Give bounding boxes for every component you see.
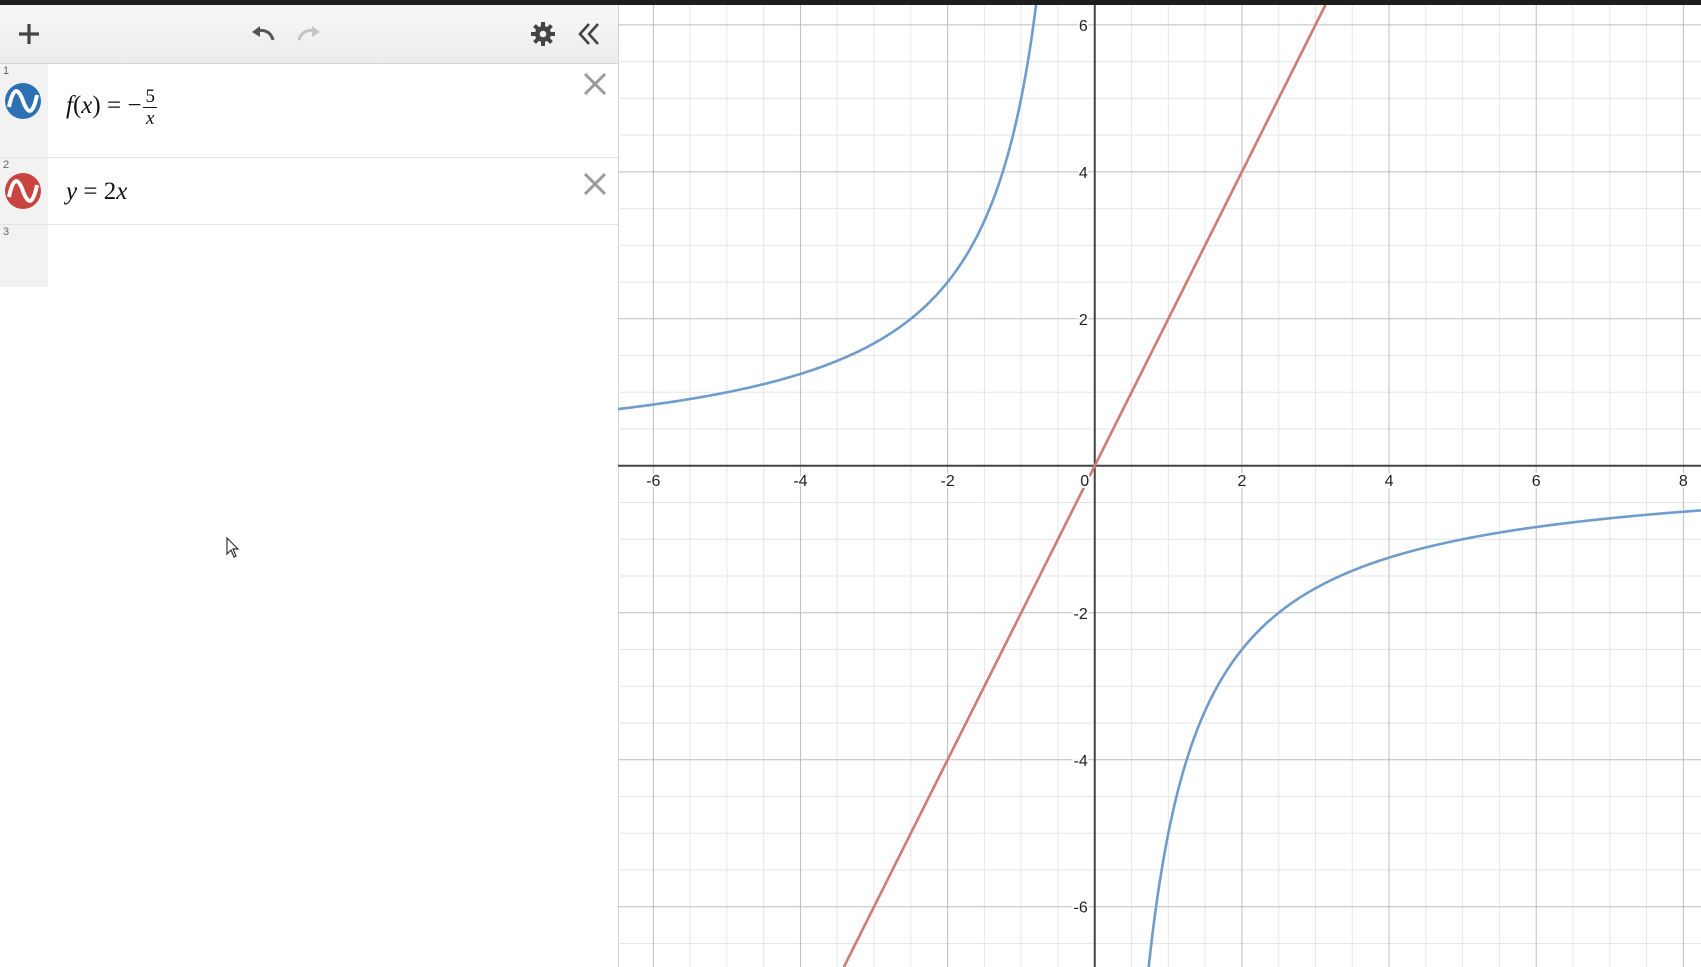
- expression-math-f[interactable]: f(x) = −5 x: [66, 86, 157, 129]
- redo-button[interactable]: [294, 19, 324, 49]
- function-name: f: [66, 92, 73, 120]
- expression-row-2[interactable]: 2 y = 2x: [0, 158, 618, 225]
- gear-icon: [531, 22, 555, 46]
- numerator: 5: [143, 86, 157, 108]
- plus-icon: [19, 24, 39, 44]
- mouse-pointer-icon: [226, 537, 240, 558]
- expression-index: 3: [3, 226, 10, 238]
- settings-button[interactable]: [528, 19, 558, 49]
- expression-index: 2: [3, 159, 10, 171]
- variable-x: x: [116, 178, 128, 205]
- expression-row-1[interactable]: 1 f(x) = −5 x: [0, 64, 618, 158]
- graph-toggle-wave-icon[interactable]: [4, 82, 42, 120]
- graph-toggle-wave-icon[interactable]: [4, 172, 42, 210]
- expression-math-line[interactable]: y = 2x: [66, 178, 127, 206]
- curve-f-right-branch[interactable]: [1146, 509, 1701, 967]
- variable-y: y: [66, 178, 78, 205]
- x-tick-label: 6: [1532, 473, 1541, 490]
- delete-expression-icon[interactable]: [582, 171, 608, 197]
- double-chevron-left-icon: [578, 23, 599, 45]
- x-tick-label: 2: [1237, 473, 1246, 490]
- coefficient: 2: [103, 178, 117, 205]
- expression-row-3[interactable]: 3: [0, 225, 618, 287]
- function-arg: x: [81, 92, 93, 120]
- redo-icon: [297, 26, 320, 41]
- y-tick-label: 2: [1079, 312, 1088, 329]
- denominator: x: [145, 108, 155, 129]
- undo-button[interactable]: [248, 19, 278, 49]
- y-tick-label: -2: [1074, 606, 1088, 623]
- expression-list-panel: 1 f(x) = −5 x 2 y = 2x 3: [0, 5, 619, 967]
- y-tick-label: 6: [1079, 18, 1088, 35]
- x-tick-label: 0: [1080, 473, 1089, 490]
- x-tick-label: -6: [646, 473, 660, 490]
- fraction: 5x: [143, 86, 157, 129]
- collapse-panel-button[interactable]: [574, 19, 604, 49]
- add-item-button[interactable]: [14, 19, 44, 49]
- undo-icon: [252, 26, 275, 41]
- equals-sign: =: [83, 178, 98, 205]
- x-tick-label: 8: [1679, 473, 1688, 490]
- expression-toolbar: [0, 5, 618, 64]
- minus-sign: −: [127, 92, 142, 120]
- delete-expression-icon[interactable]: [582, 71, 608, 97]
- y-tick-label: -4: [1074, 753, 1088, 770]
- x-tick-label: -2: [940, 473, 954, 490]
- equals-sign: =: [106, 92, 122, 120]
- y-axis-tick-labels: 6 4 2 -2 -4 -6: [1072, 16, 1090, 919]
- y-tick-label: 4: [1079, 165, 1088, 182]
- x-tick-label: -4: [793, 473, 807, 490]
- y-tick-label: -6: [1074, 900, 1088, 917]
- x-tick-label: 4: [1385, 473, 1394, 490]
- expression-index: 1: [3, 65, 10, 77]
- curve-f-left-branch[interactable]: [618, 5, 1039, 411]
- graph-paper[interactable]: -6 -4 -2 0 2 4 6 8 6 4 2 -2 -4 -6: [618, 5, 1701, 967]
- x-axis-tick-labels: -6 -4 -2 0 2 4 6 8: [644, 471, 1690, 492]
